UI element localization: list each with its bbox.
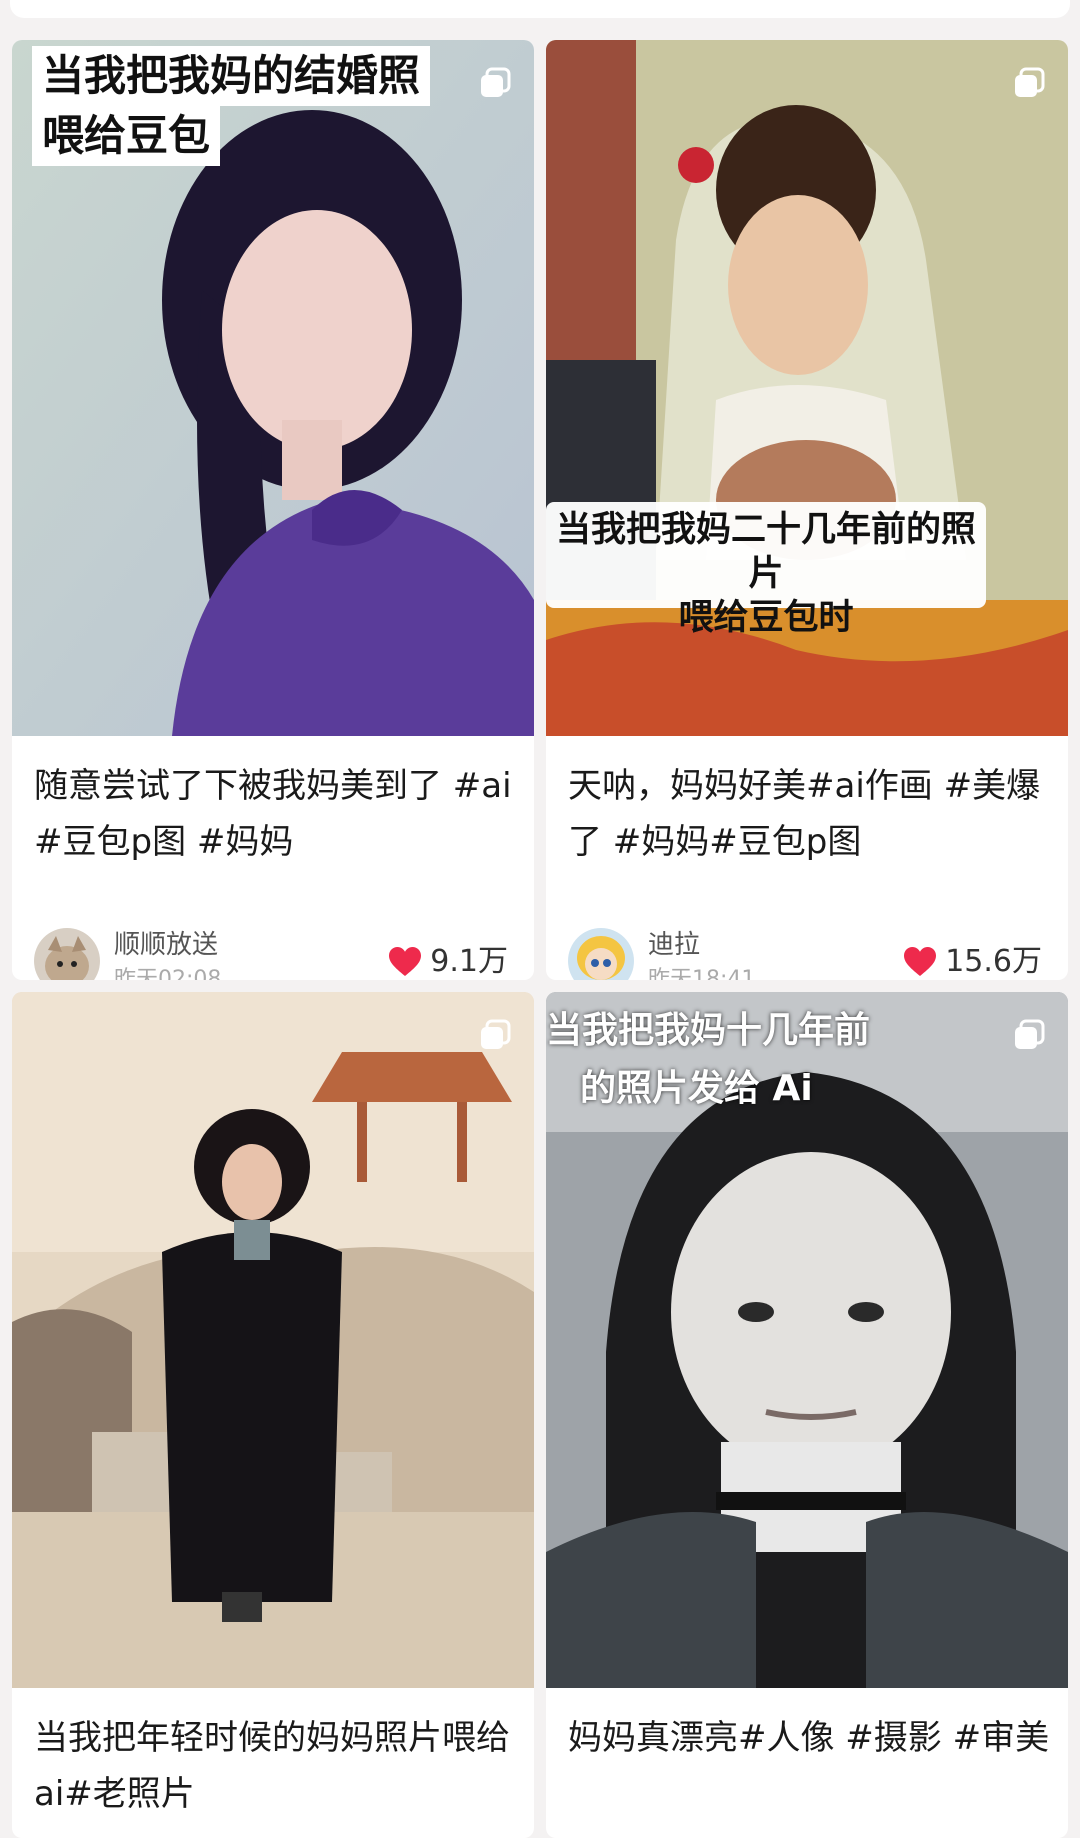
like-button[interactable]: 9.1万 xyxy=(388,942,508,980)
card-cover-image[interactable]: 当我把我妈二十几年前的照片 喂给豆包时 xyxy=(546,40,1068,736)
feed-card[interactable]: 当我把年轻时候的妈妈照片喂给 ai#老照片 xyxy=(12,992,534,1838)
previous-card-edge xyxy=(10,0,1070,18)
card-cover-image[interactable] xyxy=(12,992,534,1688)
overlay-text-line1: 当我把我妈的结婚照 xyxy=(32,46,431,106)
post-time: 昨天18:41 xyxy=(648,967,756,980)
overlay-text-line1: 当我把我妈十几年前 xyxy=(546,1010,871,1051)
feed-card[interactable]: 当我把我妈的结婚照 喂给豆包 随意尝试了下被我妈美到了 #ai #豆包p图 #妈… xyxy=(12,40,534,980)
like-count: 15.6万 xyxy=(945,944,1042,979)
like-button[interactable]: 15.6万 xyxy=(903,942,1042,980)
feed-card[interactable]: 当我把我妈二十几年前的照片 喂给豆包时 天呐，妈妈好美#ai作画 #美爆了 #妈… xyxy=(546,40,1068,980)
heart-icon xyxy=(904,947,937,976)
feed-card[interactable]: 当我把我妈十几年前 的照片发给 Ai 妈妈真漂亮#人像 #摄影 #审美 xyxy=(546,992,1068,1838)
author-name[interactable]: 迪拉 xyxy=(648,928,700,962)
avatar[interactable] xyxy=(568,928,634,980)
author-row[interactable]: 迪拉 昨天18:41 15.6万 xyxy=(568,928,1050,980)
overlay-text-line2: 喂给豆包时 xyxy=(678,598,854,638)
card-caption: 天呐，妈妈好美#ai作画 #美爆了 #妈妈#豆包p图 xyxy=(568,766,1041,862)
overlay-text-line1: 当我把我妈二十几年前的照片 xyxy=(555,510,976,594)
card-cover-image[interactable]: 当我把我妈的结婚照 喂给豆包 xyxy=(12,40,534,736)
post-time: 昨天02:08 xyxy=(114,967,222,980)
multi-image-icon xyxy=(1015,1019,1045,1049)
card-caption: 妈妈真漂亮#人像 #摄影 #审美 xyxy=(568,1718,1050,1758)
card-caption: 当我把年轻时候的妈妈照片喂给 ai#老照片 xyxy=(34,1718,510,1814)
card-caption: 随意尝试了下被我妈美到了 #ai #豆包p图 #妈妈 xyxy=(34,766,512,862)
author-name[interactable]: 顺顺放送 xyxy=(114,928,218,962)
like-count: 9.1万 xyxy=(430,944,508,979)
multi-image-icon xyxy=(481,1019,511,1049)
avatar[interactable] xyxy=(34,928,100,980)
multi-image-icon xyxy=(1015,67,1045,97)
author-row[interactable]: 顺顺放送 昨天02:08 9.1万 xyxy=(34,928,516,980)
overlay-text-line2: 喂给豆包 xyxy=(32,106,221,166)
card-cover-image[interactable]: 当我把我妈十几年前 的照片发给 Ai xyxy=(546,992,1068,1688)
multi-image-icon xyxy=(481,67,511,97)
heart-icon xyxy=(389,947,422,976)
overlay-text-line2: 的照片发给 Ai xyxy=(580,1068,813,1109)
